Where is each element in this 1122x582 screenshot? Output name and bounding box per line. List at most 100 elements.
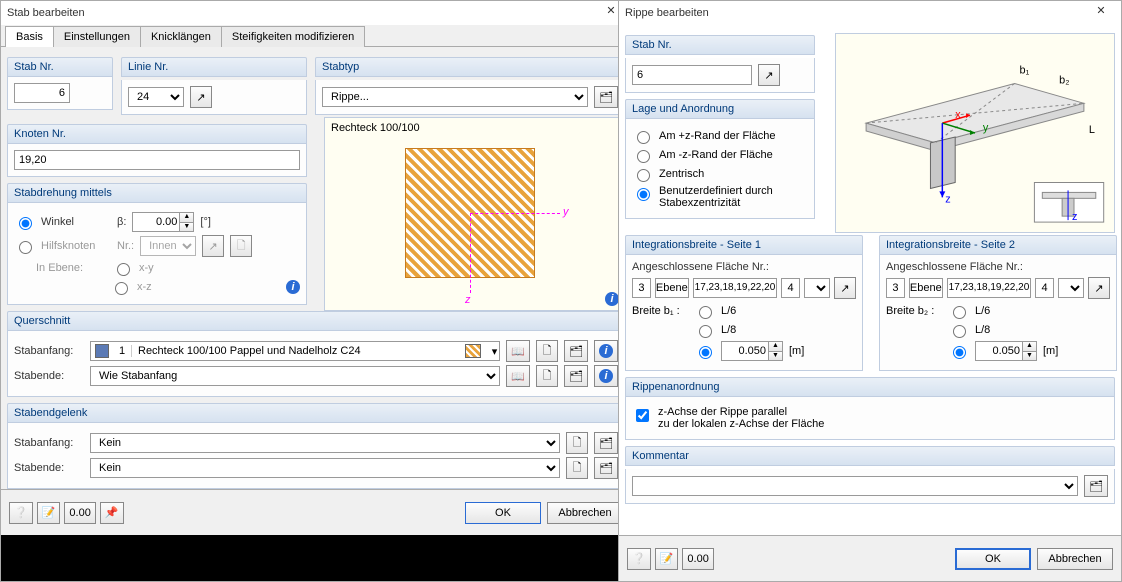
help-icon[interactable]: ❔ — [9, 502, 33, 524]
beta-label: β: — [117, 216, 126, 228]
pick-surface-icon[interactable]: ↗ — [1088, 277, 1110, 299]
svg-text:b₂: b₂ — [1059, 75, 1069, 87]
title-bar: Rippe bearbeiten ✕ — [619, 1, 1121, 25]
comment-header: Kommentar — [625, 446, 1115, 466]
beta-unit: [°] — [200, 216, 211, 228]
black-bar — [1, 535, 633, 581]
units-icon[interactable]: 0.00 — [682, 548, 713, 570]
rib-diagram: b₁ b₂ L x y z z — [835, 33, 1115, 233]
tab-buckling[interactable]: Knicklängen — [140, 26, 222, 47]
pick-line-icon[interactable]: ↗ — [190, 86, 212, 108]
info-icon[interactable] — [594, 365, 618, 387]
b1-custom-radio[interactable] — [699, 346, 712, 359]
units-icon[interactable]: 0.00 — [64, 502, 95, 524]
inebene-label: In Ebene: — [36, 262, 106, 274]
dialog-title: Rippe bearbeiten — [625, 7, 709, 19]
edit-rib-dialog: Rippe bearbeiten ✕ Stab Nr. ↗ Lage und A… — [618, 0, 1122, 582]
pick-member-icon[interactable]: ↗ — [758, 64, 780, 86]
ok-button[interactable]: OK — [465, 502, 541, 524]
new-icon[interactable]: 🗋 — [536, 340, 558, 362]
hilfs-label: Hilfsknoten — [41, 240, 111, 252]
tab-basis[interactable]: Basis — [5, 26, 54, 47]
b2-l8-radio[interactable] — [953, 325, 966, 338]
edit-icon[interactable]: 🗂 — [564, 365, 588, 387]
b1-l6-radio[interactable] — [699, 306, 712, 319]
stabtyp-header: Stabtyp — [315, 57, 625, 77]
preview-title: Rechteck 100/100 — [325, 118, 623, 138]
pos-minusz-radio[interactable] — [637, 150, 650, 163]
comment-lib-icon[interactable]: 🗂 — [1084, 475, 1108, 497]
edit-member-dialog: Stab bearbeiten ✕ Basis Einstellungen Kn… — [0, 0, 632, 582]
ib2-header: Integrationsbreite - Seite 2 — [879, 235, 1117, 255]
new-icon[interactable]: 🗋 — [566, 432, 588, 454]
cross-section-preview: Rechteck 100/100 y z — [324, 117, 624, 311]
hinge-start-combo[interactable]: Kein — [90, 433, 560, 453]
comment-combo[interactable] — [632, 476, 1078, 496]
lib-icon[interactable]: 📖 — [506, 340, 530, 362]
ok-button[interactable]: OK — [955, 548, 1031, 570]
rotation-angle-radio[interactable] — [19, 217, 32, 230]
b1-value-spinner[interactable]: ▲▼ — [721, 341, 783, 361]
new-icon[interactable]: 🗋 — [536, 365, 558, 387]
b2-custom-radio[interactable] — [953, 346, 966, 359]
close-icon[interactable]: ✕ — [1085, 1, 1117, 23]
start-section-combo[interactable]: 1 Rechteck 100/100 Pappel und Nadelholz … — [90, 341, 500, 361]
info-icon[interactable] — [594, 340, 618, 362]
stabnr-input[interactable] — [632, 65, 752, 85]
stabnr-header: Stab Nr. — [625, 35, 815, 55]
pos-custom-radio[interactable] — [637, 188, 650, 201]
position-header: Lage und Anordnung — [625, 99, 815, 119]
help-icon[interactable]: ❔ — [627, 548, 651, 570]
zaxis-parallel-checkbox[interactable] — [636, 409, 649, 422]
tab-settings[interactable]: Einstellungen — [53, 26, 141, 47]
cancel-button[interactable]: Abbrechen — [1037, 548, 1113, 570]
ib1-header: Integrationsbreite - Seite 1 — [625, 235, 863, 255]
cancel-button[interactable]: Abbrechen — [547, 502, 623, 524]
plane-xz-radio — [115, 282, 128, 295]
dialog-footer: ❔ 📝 0.00 OK Abbrechen — [619, 535, 1121, 581]
stabtyp-edit-icon[interactable]: 🗂 — [594, 86, 618, 108]
info-icon[interactable] — [605, 292, 619, 306]
new-node-icon: 🗋 — [230, 235, 252, 257]
ib2-surface-select[interactable] — [1058, 278, 1084, 298]
edit-icon[interactable]: 🗂 — [594, 432, 618, 454]
new-icon[interactable]: 🗋 — [566, 457, 588, 479]
svg-text:y: y — [983, 122, 989, 134]
edit-icon[interactable]: 🗂 — [564, 340, 588, 362]
stabtyp-select[interactable]: Rippe... — [322, 87, 588, 107]
pin-icon[interactable]: 📌 — [100, 502, 124, 524]
cross-section-header: Querschnitt — [7, 311, 625, 331]
title-bar: Stab bearbeiten ✕ — [1, 1, 631, 25]
b1-l8-radio[interactable] — [699, 325, 712, 338]
rotation-header: Stabdrehung mittels — [7, 183, 307, 203]
note-icon[interactable]: 📝 — [655, 548, 679, 570]
axis-z-label: z — [465, 294, 471, 306]
rib-arrangement-header: Rippenanordnung — [625, 377, 1115, 397]
knotennr-input[interactable] — [14, 150, 300, 170]
b2-value-spinner[interactable]: ▲▼ — [975, 341, 1037, 361]
svg-text:b₁: b₁ — [1020, 65, 1030, 77]
stabnr-input[interactable] — [14, 83, 70, 103]
linienr-select[interactable]: 24 — [128, 87, 184, 107]
ib1-surface-select[interactable] — [804, 278, 830, 298]
dialog-footer: ❔ 📝 0.00 📌 OK Abbrechen — [1, 489, 631, 535]
pos-centric-radio[interactable] — [637, 169, 650, 182]
linienr-header: Linie Nr. — [121, 57, 307, 77]
stabende-label: Stabende: — [14, 370, 84, 382]
rotation-helpnode-radio[interactable] — [19, 241, 32, 254]
lib-icon[interactable]: 📖 — [506, 365, 530, 387]
b2-l6-radio[interactable] — [953, 306, 966, 319]
beta-spinner[interactable]: ▲▼ — [132, 212, 194, 232]
hinge-end-combo[interactable]: Kein — [90, 458, 560, 478]
pick-surface-icon[interactable]: ↗ — [834, 277, 856, 299]
end-section-combo[interactable]: Wie Stabanfang — [90, 366, 500, 386]
info-icon[interactable] — [286, 280, 300, 294]
pos-plusz-radio[interactable] — [637, 131, 650, 144]
note-icon[interactable]: 📝 — [37, 502, 61, 524]
tab-stiffness[interactable]: Steifigkeiten modifizieren — [221, 26, 365, 47]
stabanfang-label: Stabanfang: — [14, 345, 84, 357]
edit-icon[interactable]: 🗂 — [594, 457, 618, 479]
svg-text:z: z — [1072, 211, 1077, 223]
svg-text:L: L — [1089, 124, 1095, 136]
plane-xy-radio — [117, 263, 130, 276]
